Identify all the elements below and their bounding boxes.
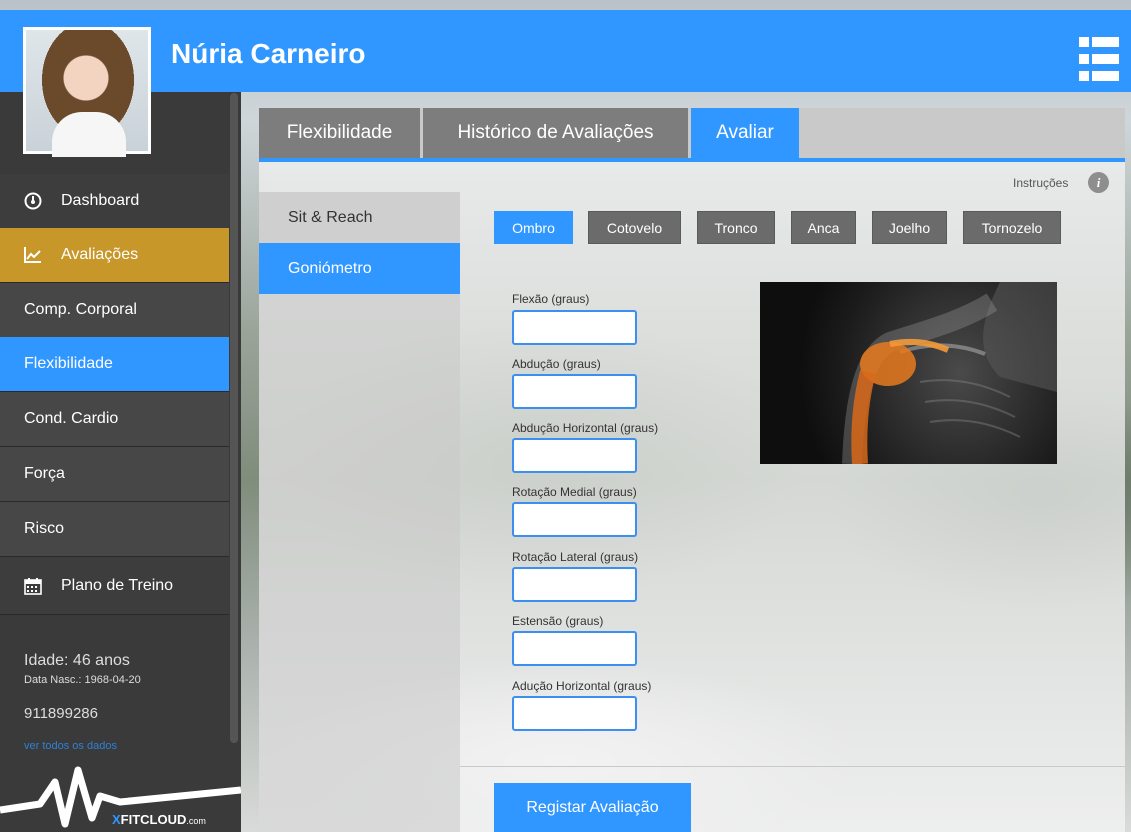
sidebar-item-label: Flexibilidade: [24, 355, 113, 372]
sidebar-item-comp-corporal[interactable]: Comp. Corporal: [0, 283, 229, 338]
sidebar-item-dashboard[interactable]: Dashboard: [0, 174, 229, 229]
brand-text: XFITCLOUD.com: [112, 812, 206, 827]
brand-x: X: [112, 812, 121, 827]
sidebar-item-label: Avaliações: [61, 246, 139, 263]
sidebar-item-forca[interactable]: Força: [0, 447, 229, 502]
field-label-estensao: Estensão (graus): [512, 614, 604, 628]
sidebar-item-flexibilidade[interactable]: Flexibilidade: [0, 337, 229, 392]
tab-historico-de-avaliacoes[interactable]: Histórico de Avaliações: [423, 108, 688, 158]
view-all-data-link[interactable]: ver todos os dados: [24, 740, 117, 750]
estensao-input[interactable]: [512, 631, 637, 666]
sidebar-item-label: Plano de Treino: [61, 576, 174, 594]
flexao-input[interactable]: [512, 310, 637, 345]
list-menu-icon[interactable]: [1079, 37, 1119, 81]
joint-button-cotovelo[interactable]: Cotovelo: [588, 211, 681, 244]
subnav-goniometro[interactable]: Goniómetro: [259, 243, 460, 294]
field-label-rotacao-lateral: Rotação Lateral (graus): [512, 550, 639, 564]
sidebar-item-plano-de-treino[interactable]: Plano de Treino: [0, 557, 229, 615]
sidebar-item-label: Força: [24, 465, 65, 482]
rotacao-lateral-input[interactable]: [512, 567, 637, 602]
sidebar-scrollbar[interactable]: [230, 93, 238, 743]
brand-suffix: .com: [186, 816, 206, 826]
sidebar-item-label: Comp. Corporal: [24, 301, 137, 318]
tab-avaliar[interactable]: Avaliar: [691, 108, 799, 158]
field-label-rotacao-medial: Rotação Medial (graus): [512, 485, 637, 499]
field-label-abducao-horizontal: Abdução Horizontal (graus): [512, 421, 659, 435]
client-age: Idade: 46 anos: [24, 652, 130, 669]
shoulder-anatomy-image: [760, 282, 1057, 464]
joint-button-tronco[interactable]: Tronco: [697, 211, 775, 244]
brand-name: FITCLOUD: [120, 812, 187, 827]
register-evaluation-button[interactable]: Registar Avaliação: [494, 783, 691, 832]
line-chart-icon: [24, 246, 42, 264]
sidebar-item-avaliacoes[interactable]: Avaliações: [0, 228, 229, 283]
info-icon[interactable]: i: [1088, 172, 1109, 193]
client-birthdate: Data Nasc.: 1968-04-20: [24, 674, 141, 686]
joint-button-anca[interactable]: Anca: [791, 211, 856, 244]
field-label-flexao: Flexão (graus): [512, 292, 590, 306]
avatar: [23, 27, 151, 157]
sidebar-item-cond-cardio[interactable]: Cond. Cardio: [0, 392, 229, 447]
tab-flexibilidade[interactable]: Flexibilidade: [259, 108, 420, 158]
tab-bar: Flexibilidade Histórico de Avaliações Av…: [259, 108, 1125, 158]
calendar-icon: [24, 577, 42, 595]
sidebar-item-label: Risco: [24, 520, 65, 537]
client-phone: 911899286: [24, 705, 98, 722]
instructions-label[interactable]: Instruções: [1013, 176, 1068, 190]
form-divider: [460, 766, 1125, 767]
joint-button-tornozelo[interactable]: Tornozelo: [963, 211, 1061, 244]
rotacao-medial-input[interactable]: [512, 502, 637, 537]
sidebar-item-label: Cond. Cardio: [24, 410, 119, 427]
speedometer-icon: [24, 192, 42, 210]
sidebar-item-label: Dashboard: [61, 192, 140, 209]
field-label-abducao: Abdução (graus): [512, 357, 601, 371]
joint-button-joelho[interactable]: Joelho: [872, 211, 947, 244]
joint-button-ombro[interactable]: Ombro: [494, 211, 573, 244]
sidebar-item-risco[interactable]: Risco: [0, 502, 229, 557]
brand-logo: XFITCLOUD.com: [0, 752, 241, 832]
field-label-aducao-horizontal: Adução Horizontal (graus): [512, 679, 652, 693]
client-name: Núria Carneiro: [171, 38, 366, 69]
abducao-input[interactable]: [512, 374, 637, 409]
app-header: Núria Carneiro: [0, 10, 1131, 92]
abducao-horizontal-input[interactable]: [512, 438, 637, 473]
aducao-horizontal-input[interactable]: [512, 696, 637, 731]
subnav-sit-and-reach[interactable]: Sit & Reach: [259, 192, 460, 243]
